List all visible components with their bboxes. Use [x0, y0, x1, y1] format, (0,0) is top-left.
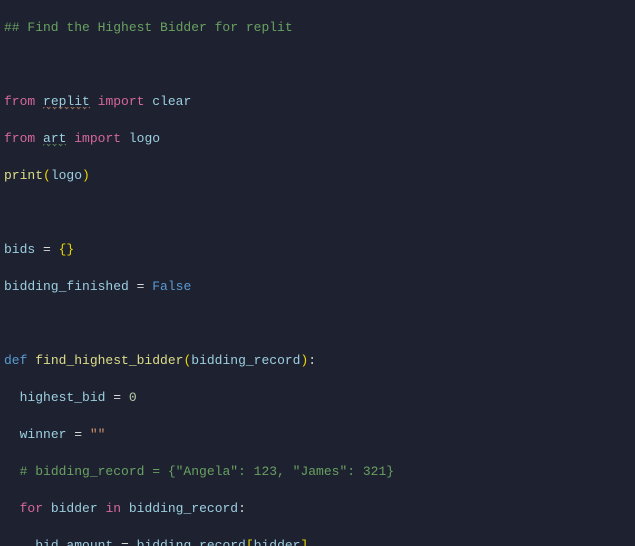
code-line: highest_bid = 0 [4, 389, 631, 408]
code-editor[interactable]: ## Find the Highest Bidder for replit fr… [0, 0, 635, 546]
comment: ## Find the Highest Bidder for replit [4, 20, 293, 35]
code-line: bids = {} [4, 241, 631, 260]
code-line: bid_amount = bidding_record[bidder] [4, 537, 631, 546]
code-line: def find_highest_bidder(bidding_record): [4, 352, 631, 371]
code-line: ## Find the Highest Bidder for replit [4, 19, 631, 38]
code-line: # bidding_record = {"Angela": 123, "Jame… [4, 463, 631, 482]
code-line: from replit import clear [4, 93, 631, 112]
comment: # bidding_record = {"Angela": 123, "Jame… [20, 464, 394, 479]
code-line: from art import logo [4, 130, 631, 149]
blank-line [4, 315, 631, 334]
code-line: winner = "" [4, 426, 631, 445]
code-line: bidding_finished = False [4, 278, 631, 297]
blank-line [4, 56, 631, 75]
blank-line [4, 204, 631, 223]
code-line: print(logo) [4, 167, 631, 186]
module-art: art [43, 131, 66, 147]
code-line: for bidder in bidding_record: [4, 500, 631, 519]
module-replit: replit [43, 94, 90, 110]
